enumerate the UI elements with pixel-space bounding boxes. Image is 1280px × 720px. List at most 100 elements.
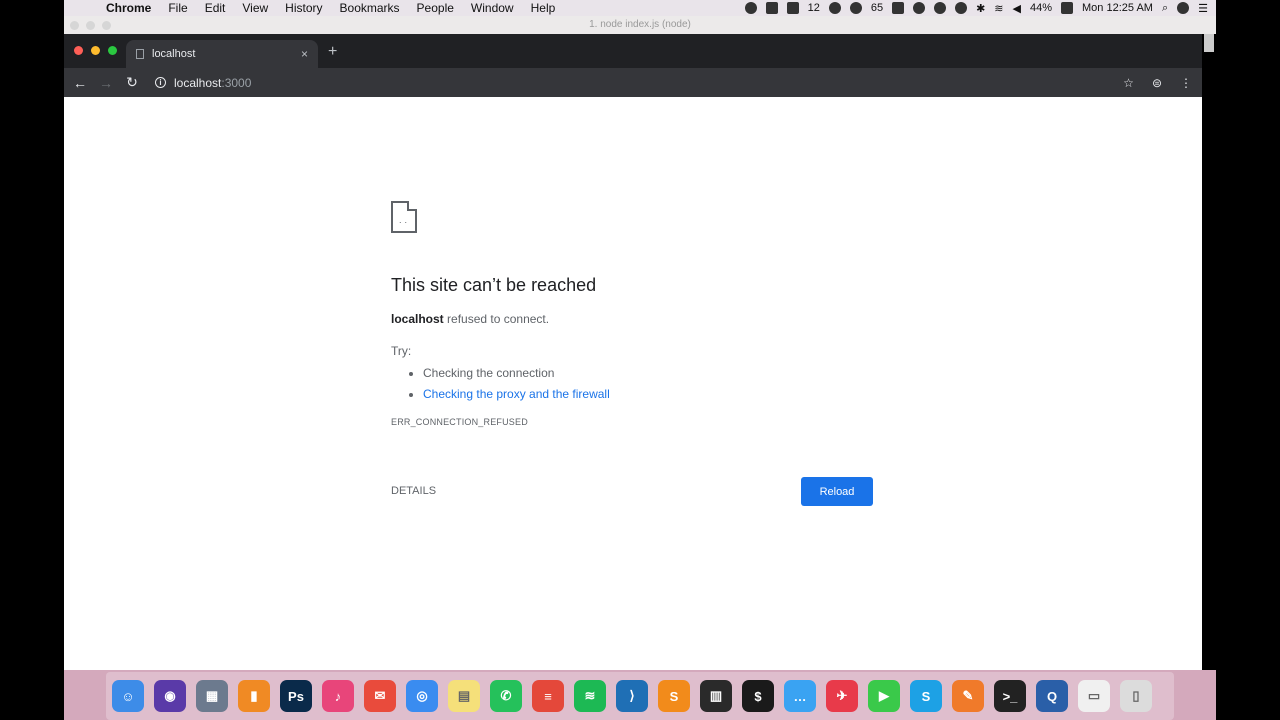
- adobe-tray-icon[interactable]: [786, 2, 799, 14]
- url-host: localhost: [174, 75, 222, 90]
- browser-toolbar: ← → ↻ i localhost:3000 ☆ ⊜ ⋮: [64, 68, 1202, 97]
- menu-people[interactable]: People: [417, 1, 454, 15]
- proxy-firewall-link[interactable]: Checking the proxy and the firewall: [423, 387, 610, 401]
- battery-percent[interactable]: 44%: [1030, 2, 1052, 14]
- minimize-window-icon[interactable]: [91, 46, 100, 55]
- close-window-icon[interactable]: [74, 46, 83, 55]
- error-message-text: refused to connect.: [443, 312, 550, 326]
- menu-help[interactable]: Help: [531, 1, 556, 15]
- menu-file[interactable]: File: [168, 1, 187, 15]
- user-avatar-icon[interactable]: [1177, 2, 1190, 14]
- terminal-window-titlebar[interactable]: 1. node index.js (node): [64, 16, 1216, 34]
- messages-icon[interactable]: …: [784, 680, 816, 712]
- terminal-zoom-icon[interactable]: [102, 21, 111, 30]
- todoist-icon[interactable]: ≡: [532, 680, 564, 712]
- menu-edit[interactable]: Edit: [205, 1, 226, 15]
- tray-count-b: 65: [870, 2, 884, 14]
- toolbar-actions: ☆ ⊜ ⋮: [1123, 68, 1192, 97]
- zoom-window-icon[interactable]: [108, 46, 117, 55]
- finder-icon[interactable]: ☺: [112, 680, 144, 712]
- spotlight-icon[interactable]: ⌕: [1162, 2, 1168, 15]
- facetime-icon[interactable]: ▶: [868, 680, 900, 712]
- itunes-icon[interactable]: ♪: [322, 680, 354, 712]
- wifi-icon[interactable]: ≋: [994, 2, 1003, 15]
- whatsapp-icon[interactable]: ✆: [490, 680, 522, 712]
- chrome-menu-icon[interactable]: ⋮: [1180, 76, 1192, 90]
- tab-strip: localhost × +: [64, 34, 1202, 68]
- suggestion-connection: Checking the connection: [423, 366, 873, 380]
- error-panel: .. This site can’t be reached localhost …: [391, 201, 873, 507]
- page-content: .. This site can’t be reached localhost …: [64, 97, 1202, 670]
- details-button[interactable]: DETAILS: [391, 485, 436, 497]
- scrollbar[interactable]: [1204, 34, 1214, 52]
- photoshop-icon[interactable]: Ps: [280, 680, 312, 712]
- record-icon[interactable]: [744, 2, 757, 14]
- time-machine-icon[interactable]: [955, 2, 968, 14]
- badge-tray-icon[interactable]: [849, 2, 862, 14]
- menu-app-chrome[interactable]: Chrome: [106, 1, 151, 15]
- volume-icon[interactable]: ◀: [1013, 2, 1021, 15]
- bookmark-star-icon[interactable]: ☆: [1123, 76, 1134, 90]
- books-icon[interactable]: ▮: [238, 680, 270, 712]
- error-title: This site can’t be reached: [391, 275, 597, 295]
- airmail-icon[interactable]: ✈: [826, 680, 858, 712]
- terminal-close-icon[interactable]: [70, 21, 79, 30]
- macos-menu-bar: Chrome File Edit View History Bookmarks …: [64, 0, 1216, 16]
- iterm-icon[interactable]: >_: [994, 680, 1026, 712]
- sad-page-icon: ..: [391, 201, 417, 233]
- site-info-icon[interactable]: i: [155, 77, 166, 88]
- bluetooth-icon[interactable]: ✱: [976, 2, 985, 15]
- target-tray-icon[interactable]: [934, 2, 947, 14]
- terminal-icon[interactable]: $: [742, 680, 774, 712]
- istat-icon[interactable]: ▥: [700, 680, 732, 712]
- quicktime-icon[interactable]: Q: [1036, 680, 1068, 712]
- suggestion-list: Checking the connection Checking the pro…: [423, 366, 873, 401]
- menu-clock[interactable]: Mon 12:25 AM: [1082, 2, 1153, 14]
- new-tab-button[interactable]: +: [328, 43, 337, 61]
- notes-icon[interactable]: ▤: [448, 680, 480, 712]
- postman-icon[interactable]: ✎: [952, 680, 984, 712]
- menu-tray: 12 65 ✱ ≋ ◀ 44% Mon 12:25 AM ⌕ ☰: [744, 2, 1216, 15]
- terminal-title: 1. node index.js (node): [589, 19, 691, 30]
- button-row: DETAILS Reload: [391, 477, 873, 507]
- airmail-tray-icon[interactable]: [892, 2, 905, 14]
- downloads-icon[interactable]: ▭: [1078, 680, 1110, 712]
- tab-localhost[interactable]: localhost ×: [126, 40, 318, 68]
- reload-button[interactable]: Reload: [801, 477, 873, 506]
- reload-icon[interactable]: ↻: [119, 74, 145, 91]
- error-code: ERR_CONNECTION_REFUSED: [391, 417, 528, 427]
- url-port: :3000: [221, 75, 252, 90]
- launchpad-icon[interactable]: ▦: [196, 680, 228, 712]
- dock: ☺ ◉ ▦ ▮ Ps ♪ ✉ ◎ ▤ ✆ ≡ ≋ ⟩ S ▥ $ … ✈ ▶ S ✎ >_ Q ▭ ▯: [64, 670, 1216, 720]
- incognito-profile-icon[interactable]: ⊜: [1152, 76, 1162, 90]
- back-button[interactable]: ←: [67, 75, 93, 91]
- vscode-icon[interactable]: ⟩: [616, 680, 648, 712]
- skype-icon[interactable]: S: [910, 680, 942, 712]
- tab-close-icon[interactable]: ×: [301, 47, 308, 61]
- chrome-icon[interactable]: ◎: [406, 680, 438, 712]
- spotify-icon[interactable]: ≋: [574, 680, 606, 712]
- spinner-tray-icon[interactable]: [828, 2, 841, 14]
- menu-window[interactable]: Window: [471, 1, 514, 15]
- menu-bookmarks[interactable]: Bookmarks: [340, 1, 400, 15]
- sublime-icon[interactable]: S: [658, 680, 690, 712]
- skype-tray-icon[interactable]: [765, 2, 778, 14]
- dock-shelf: ☺ ◉ ▦ ▮ Ps ♪ ✉ ◎ ▤ ✆ ≡ ≋ ⟩ S ▥ $ … ✈ ▶ S ✎ >_ Q ▭ ▯: [106, 672, 1174, 720]
- alfred-tray-icon[interactable]: [913, 2, 926, 14]
- mail-icon[interactable]: ✉: [364, 680, 396, 712]
- trash-icon[interactable]: ▯: [1120, 680, 1152, 712]
- menu-history[interactable]: History: [285, 1, 322, 15]
- menu-view[interactable]: View: [242, 1, 268, 15]
- window-traffic-lights: [74, 46, 117, 55]
- terminal-minimize-icon[interactable]: [86, 21, 95, 30]
- address-bar[interactable]: i localhost:3000: [155, 76, 251, 90]
- forward-button[interactable]: →: [93, 75, 119, 91]
- terminal-traffic-lights: [70, 21, 111, 30]
- chrome-window: localhost × + ← → ↻ i localhost:3000 ☆ ⊜…: [64, 34, 1202, 670]
- tab-title: localhost: [152, 48, 196, 60]
- try-label: Try:: [391, 344, 412, 358]
- tray-count-a: 12: [807, 2, 820, 14]
- siri-icon[interactable]: ◉: [154, 680, 186, 712]
- notification-center-icon[interactable]: ☰: [1198, 2, 1208, 15]
- battery-icon[interactable]: [1061, 2, 1074, 14]
